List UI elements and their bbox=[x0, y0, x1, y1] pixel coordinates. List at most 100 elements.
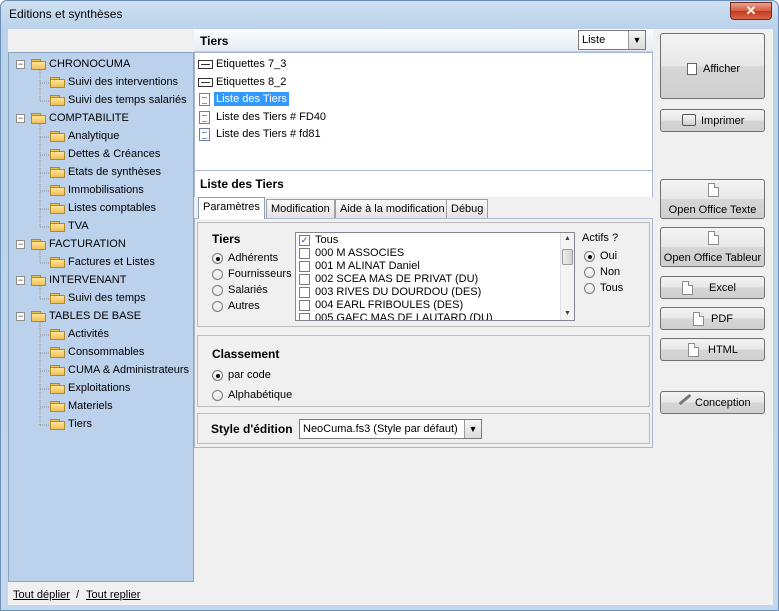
folder-icon bbox=[50, 203, 65, 214]
radio-indicator[interactable] bbox=[212, 285, 223, 296]
view-mode-select[interactable]: Liste ▼ bbox=[578, 30, 646, 50]
tiers-check-label: 002 SCEA MAS DE PRIVAT (DU) bbox=[315, 273, 479, 285]
checkbox[interactable] bbox=[299, 300, 310, 311]
tab-debug[interactable]: Débug bbox=[446, 199, 489, 218]
tree-item[interactable]: Exploitations bbox=[9, 380, 195, 398]
html-button[interactable]: HTML bbox=[660, 338, 765, 361]
report-item[interactable]: Etiquettes 8_2 bbox=[198, 74, 498, 91]
folder-icon bbox=[50, 401, 65, 412]
tree-item[interactable]: Analytique bbox=[9, 128, 195, 146]
title-bar[interactable]: Editions et synthèses ✕ bbox=[1, 1, 778, 29]
collapse-icon[interactable]: − bbox=[16, 60, 25, 69]
scroll-up-icon[interactable]: ▲ bbox=[561, 233, 574, 245]
pdf-button[interactable]: PDF bbox=[660, 307, 765, 330]
tiers-check-item[interactable]: 003 RIVES DU DOURDOU (DES) bbox=[299, 286, 559, 299]
folder-icon bbox=[50, 131, 65, 142]
radio-indicator[interactable] bbox=[212, 390, 223, 401]
open-office-tableur-button[interactable]: Open Office Tableur bbox=[660, 227, 765, 267]
conception-button[interactable]: Conception bbox=[660, 391, 765, 414]
report-item[interactable]: Liste des Tiers # FD40 bbox=[198, 109, 498, 126]
tree-item[interactable]: Consommables bbox=[9, 344, 195, 362]
expand-all-link[interactable]: Tout déplier bbox=[13, 589, 70, 601]
tab-parametres[interactable]: Paramètres bbox=[198, 197, 265, 219]
afficher-button[interactable]: Afficher bbox=[660, 33, 765, 99]
tiers-check-item[interactable]: 000 M ASSOCIES bbox=[299, 247, 559, 260]
tree-group[interactable]: − TABLES DE BASE bbox=[9, 308, 195, 326]
collapse-all-link[interactable]: Tout replier bbox=[86, 589, 140, 601]
radio-indicator[interactable] bbox=[584, 251, 595, 262]
document-icon bbox=[199, 128, 210, 141]
radio-indicator[interactable] bbox=[212, 370, 223, 381]
html-icon bbox=[688, 343, 699, 357]
tree-item[interactable]: Materiels bbox=[9, 398, 195, 416]
tiers-check-item[interactable]: 004 EARL FRIBOULES (DES) bbox=[299, 299, 559, 312]
style-title: Style d'édition bbox=[211, 422, 293, 436]
close-button[interactable]: ✕ bbox=[730, 2, 772, 20]
tree-group[interactable]: − INTERVENANT bbox=[9, 272, 195, 290]
style-select[interactable]: NeoCuma.fs3 (Style par défaut) ▼ bbox=[299, 419, 482, 439]
tree-item[interactable]: Suivi des interventions bbox=[9, 74, 195, 92]
tiers-check-item[interactable]: 001 M ALINAT Daniel bbox=[299, 260, 559, 273]
window-title: Editions et synthèses bbox=[9, 7, 123, 21]
checkbox[interactable] bbox=[299, 248, 310, 259]
tree-item[interactable]: Suivi des temps salariés bbox=[9, 92, 195, 110]
report-item[interactable]: Liste des Tiers # fd81 bbox=[198, 126, 498, 143]
tiers-checklist[interactable]: 005 GAEC MAS DE LAUTARD (DU) 004 EARL FRI… bbox=[295, 232, 575, 321]
tree-item[interactable]: Immobilisations bbox=[9, 182, 195, 200]
tree-item[interactable]: Tiers bbox=[9, 416, 195, 434]
tree-group[interactable]: − FACTURATION bbox=[9, 236, 195, 254]
report-item-label: Etiquettes 7_3 bbox=[216, 58, 287, 70]
collapse-icon[interactable]: − bbox=[16, 114, 25, 123]
collapse-icon[interactable]: − bbox=[16, 276, 25, 285]
tree-group[interactable]: − CHRONOCUMA bbox=[9, 56, 195, 74]
editions-window: Editions et synthèses ✕ − CHRONOCUMA Suivi… bbox=[0, 0, 779, 611]
classement-radio[interactable]: Alphabétique bbox=[212, 388, 332, 404]
radio-indicator[interactable] bbox=[212, 301, 223, 312]
chevron-down-icon[interactable]: ▼ bbox=[628, 31, 645, 49]
radio-indicator[interactable] bbox=[212, 253, 223, 264]
scroll-thumb[interactable] bbox=[562, 249, 573, 265]
report-item-label: Liste des Tiers # fd81 bbox=[216, 128, 321, 140]
footer-separator: / bbox=[76, 589, 80, 601]
tree-item-label: Factures et Listes bbox=[68, 256, 155, 268]
excel-button[interactable]: Excel bbox=[660, 276, 765, 299]
tree-item-label: Suivi des temps salariés bbox=[68, 94, 187, 106]
tree-item[interactable]: Activités bbox=[9, 326, 195, 344]
open-office-texte-button[interactable]: Open Office Texte bbox=[660, 179, 765, 219]
tree-item[interactable]: Dettes & Créances bbox=[9, 146, 195, 164]
checkbox[interactable] bbox=[299, 274, 310, 285]
tree-item[interactable]: Etats de synthèses bbox=[9, 164, 195, 182]
tiers-check-item[interactable]: ✓ Tous bbox=[299, 234, 559, 247]
tree-item[interactable]: TVA bbox=[9, 218, 195, 236]
imprimer-button[interactable]: Imprimer bbox=[660, 109, 765, 132]
checkbox[interactable] bbox=[299, 287, 310, 298]
document-icon bbox=[199, 93, 210, 106]
report-item[interactable]: Liste des Tiers bbox=[198, 91, 498, 108]
tiers-check-item[interactable]: 002 SCEA MAS DE PRIVAT (DU) bbox=[299, 273, 559, 286]
radio-indicator[interactable] bbox=[584, 267, 595, 278]
radio-indicator[interactable] bbox=[584, 283, 595, 294]
scroll-down-icon[interactable]: ▼ bbox=[561, 308, 574, 320]
tiers-check-label: 000 M ASSOCIES bbox=[315, 247, 405, 259]
report-item[interactable]: Etiquettes 7_3 bbox=[198, 56, 498, 73]
tab-modification[interactable]: Modification bbox=[266, 199, 335, 218]
collapse-icon[interactable]: − bbox=[16, 312, 25, 321]
tiers-check-item[interactable]: 005 GAEC MAS DE LAUTARD (DU) bbox=[299, 312, 559, 320]
tree-group[interactable]: − COMPTABILITE bbox=[9, 110, 195, 128]
classement-radio[interactable]: par code bbox=[212, 368, 332, 384]
collapse-icon[interactable]: − bbox=[16, 240, 25, 249]
checklist-scrollbar[interactable]: ▲ ▼ bbox=[560, 233, 574, 320]
tree-item-label: Immobilisations bbox=[68, 184, 144, 196]
afficher-label: Afficher bbox=[703, 63, 741, 75]
checkbox[interactable]: ✓ bbox=[299, 235, 310, 246]
tree-item[interactable]: Suivi des temps bbox=[9, 290, 195, 308]
tree-item[interactable]: Factures et Listes bbox=[9, 254, 195, 272]
chevron-down-icon[interactable]: ▼ bbox=[464, 420, 481, 438]
tree-item[interactable]: Listes comptables bbox=[9, 200, 195, 218]
tab-aide-modification[interactable]: Aide à la modification bbox=[335, 199, 450, 218]
tree-item[interactable]: CUMA & Administrateurs bbox=[9, 362, 195, 380]
checkbox[interactable] bbox=[299, 313, 310, 320]
checkbox[interactable] bbox=[299, 261, 310, 272]
pencil-icon bbox=[678, 393, 692, 406]
radio-indicator[interactable] bbox=[212, 269, 223, 280]
